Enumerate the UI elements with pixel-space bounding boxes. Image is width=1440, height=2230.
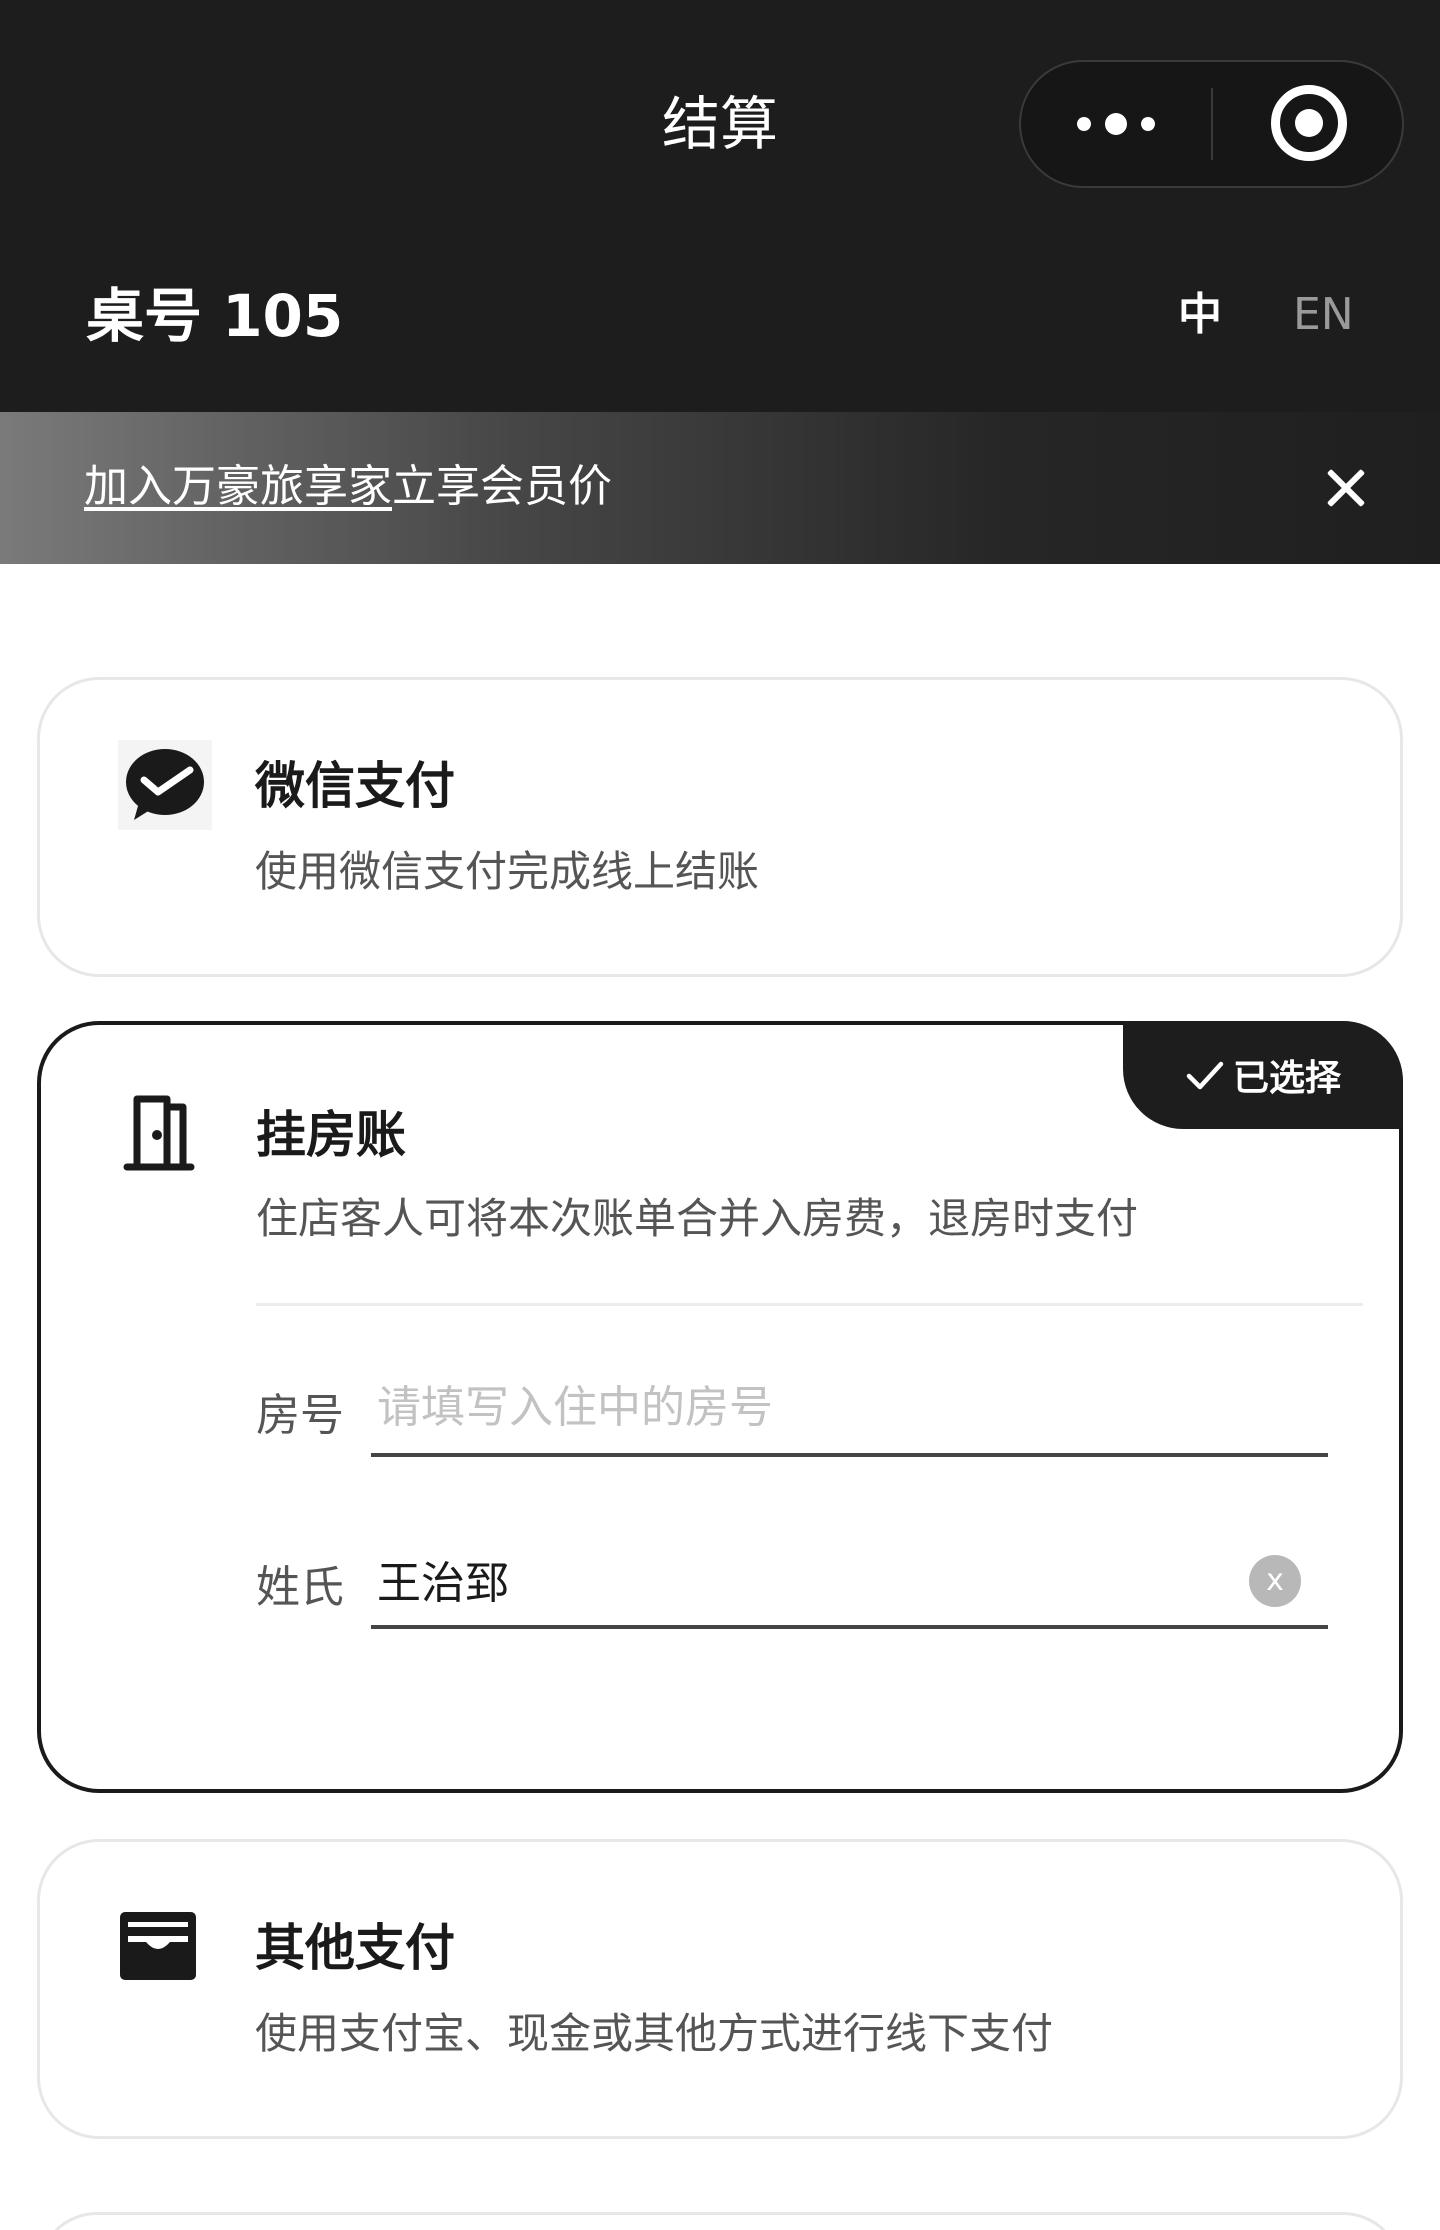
divider [256, 1303, 1363, 1306]
room-charge-title: 挂房账 [256, 1106, 406, 1164]
close-icon[interactable] [1320, 462, 1372, 514]
other-payment-description: 使用支付宝、现金或其他方式进行线下支付 [255, 2009, 1054, 2058]
other-payment-option[interactable]: 其他支付 使用支付宝、现金或其他方式进行线下支付 [37, 1839, 1403, 2139]
lang-en-toggle[interactable]: EN [1293, 287, 1354, 343]
door-icon [119, 1093, 199, 1177]
wechat-pay-title: 微信支付 [255, 757, 455, 815]
target-close-icon[interactable] [1271, 85, 1347, 161]
wallet-icon [118, 1910, 198, 1986]
wechat-pay-description: 使用微信支付完成线上结账 [255, 847, 760, 896]
mini-program-capsule [1019, 60, 1404, 188]
member-banner: 加入万豪旅享家立享会员价 [0, 412, 1440, 564]
selected-badge: 已选择 [1123, 1021, 1403, 1129]
next-card-peek [37, 2212, 1403, 2230]
selected-badge-label: 已选择 [1232, 1058, 1341, 1099]
room-charge-option[interactable]: 已选择 挂房账 住店客人可将本次账单合并入房费，退房时支付 房号 姓氏 x [37, 1021, 1403, 1793]
surname-label: 姓氏 [256, 1562, 344, 1613]
more-dots-icon[interactable] [1021, 62, 1211, 186]
room-number-input[interactable] [371, 1361, 1328, 1457]
header: 结算 桌号 105 中 EN [0, 0, 1440, 412]
banner-text: 加入万豪旅享家立享会员价 [84, 458, 612, 516]
lang-zh-toggle[interactable]: 中 [1178, 287, 1222, 343]
check-icon [1186, 1061, 1224, 1090]
join-bonvoy-link[interactable]: 加入万豪旅享家 [84, 461, 392, 512]
surname-input[interactable] [371, 1533, 1328, 1629]
table-number: 桌号 105 [86, 282, 344, 350]
other-payment-title: 其他支付 [255, 1919, 455, 1977]
clear-input-icon[interactable]: x [1249, 1555, 1301, 1607]
wechat-pay-option[interactable]: 微信支付 使用微信支付完成线上结账 [37, 677, 1403, 977]
room-number-label: 房号 [256, 1390, 344, 1441]
room-charge-description: 住店客人可将本次账单合并入房费，退房时支付 [256, 1194, 1139, 1243]
banner-rest-text: 立享会员价 [392, 461, 612, 512]
wechat-pay-icon [118, 740, 212, 834]
capsule-divider [1211, 88, 1213, 160]
